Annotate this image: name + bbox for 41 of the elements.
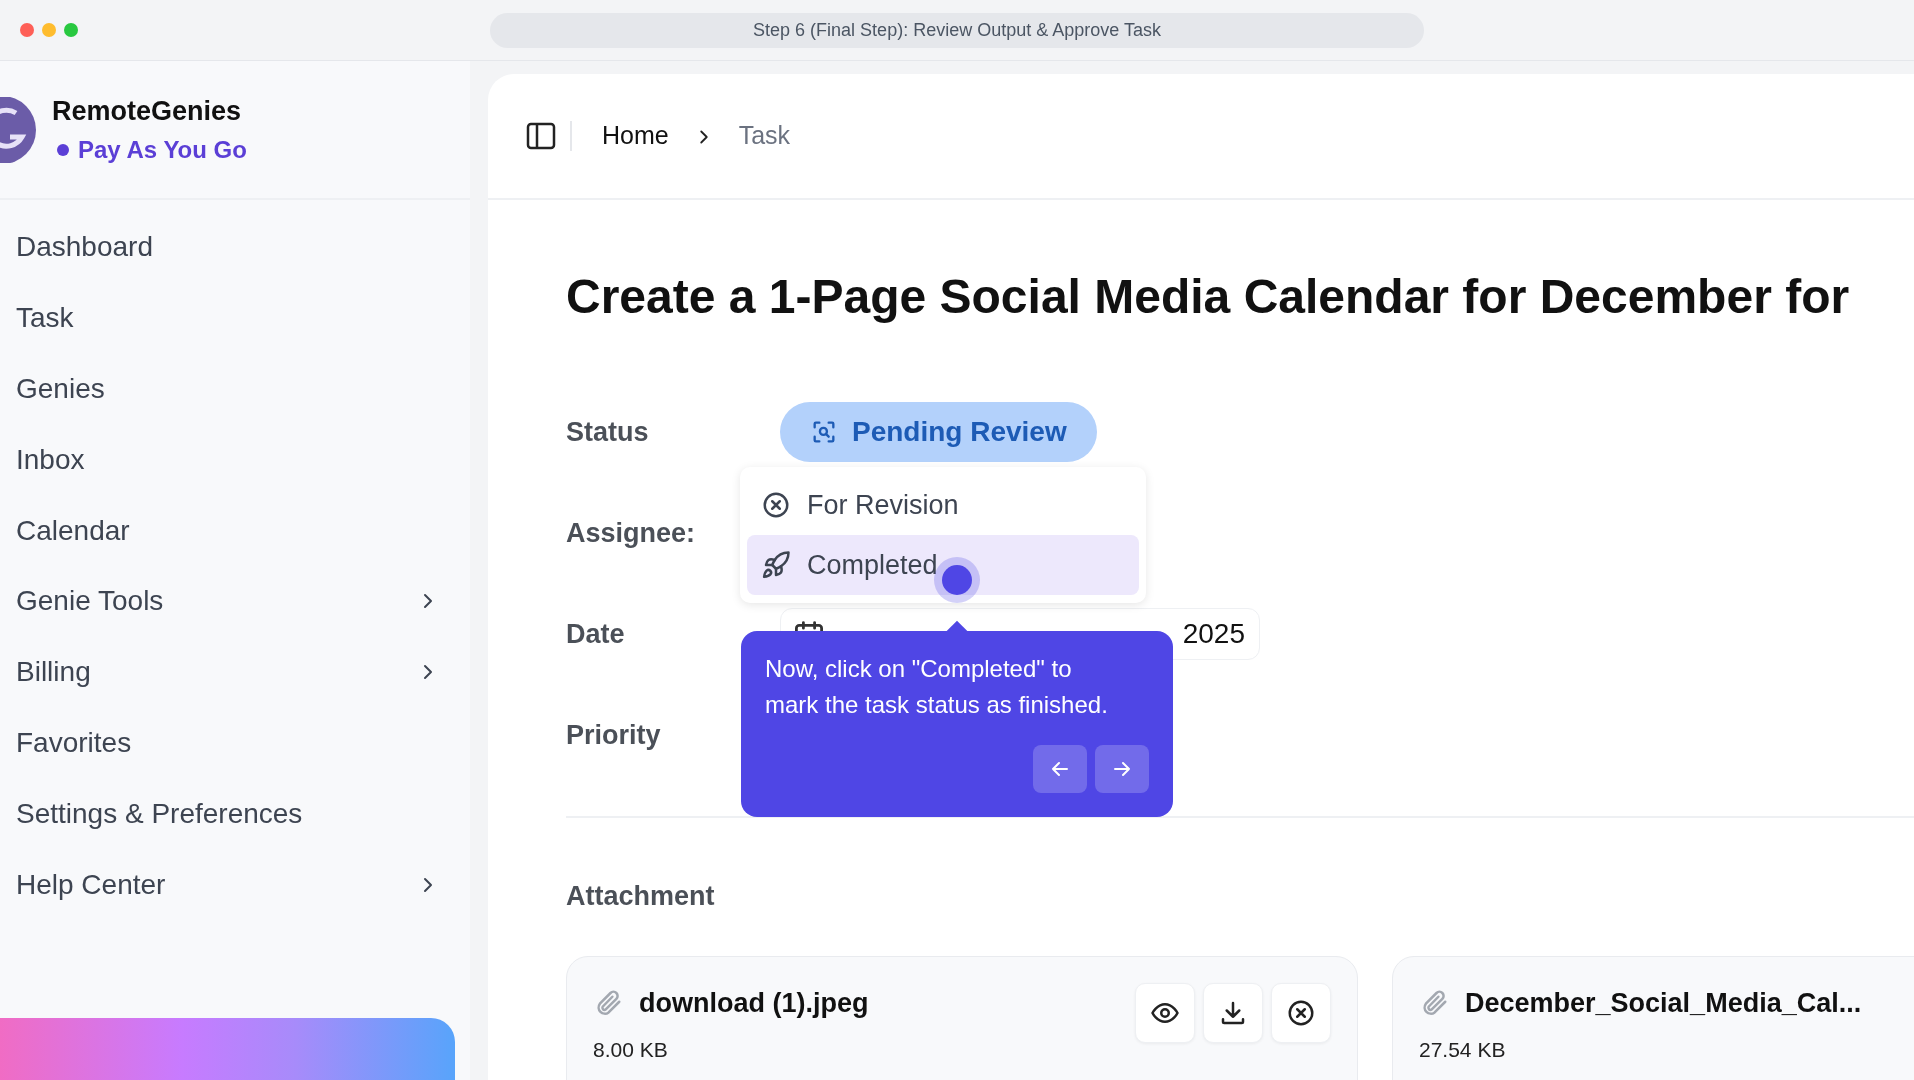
nav-item[interactable]: Genie Tools: [0, 566, 470, 637]
nav-item[interactable]: Billing: [0, 636, 470, 708]
sidebar-toggle-icon[interactable]: [526, 122, 556, 150]
file-name: December_Social_Media_Cal...: [1465, 987, 1862, 1021]
logo-icon: [0, 96, 38, 163]
section-heading: Attachment: [566, 879, 716, 913]
breadcrumb-link[interactable]: Task: [738, 117, 791, 155]
plan-label: Pay As You Go: [78, 134, 247, 165]
field-label: Assignee:: [566, 516, 697, 550]
tooltip-text: Now, click on "Completed" to mark the task status as finished.: [765, 654, 1109, 720]
field-label: Date: [566, 617, 626, 651]
window-title: Step 6 (Final Step): Review Output & Approve Task: [490, 13, 1424, 48]
status-dot-icon: [56, 142, 70, 157]
menu-item[interactable]: Completed: [747, 535, 1139, 595]
field-label: Status: [566, 415, 650, 449]
nav-item[interactable]: Genies: [0, 353, 470, 425]
field-label: Priority: [566, 718, 662, 752]
brand-name: RemoteGenies: [52, 95, 243, 129]
file-size: 8.00 KB: [593, 1036, 669, 1063]
close-window-icon[interactable]: [20, 23, 34, 37]
status-button[interactable]: Pending Review: [780, 402, 1097, 463]
download-button[interactable]: [1203, 983, 1263, 1044]
nav-item[interactable]: Favorites: [0, 707, 470, 779]
file-size: 27.54 KB: [1419, 1036, 1507, 1063]
nav-item[interactable]: Help Center: [0, 849, 470, 920]
nav-item[interactable]: Calendar: [0, 495, 470, 566]
remove-button[interactable]: [1271, 983, 1331, 1044]
view-button[interactable]: [1135, 983, 1195, 1044]
nav-item[interactable]: Dashboard: [0, 212, 470, 283]
nav-item[interactable]: Settings & Preferences: [0, 778, 470, 850]
next-button[interactable]: [1095, 745, 1149, 793]
calendar-icon: [795, 620, 823, 634]
menu-item[interactable]: For Revision: [747, 475, 1139, 535]
file-name: download (1).jpeg: [639, 987, 869, 1021]
breadcrumb-link[interactable]: Home: [602, 117, 669, 155]
x-circle-icon: [761, 490, 791, 520]
task-title: Create a 1-Page Social Media Calendar for December for: [566, 269, 1851, 325]
nav-item[interactable]: Inbox: [0, 424, 470, 496]
rocket-icon: [761, 550, 791, 580]
back-button[interactable]: [1033, 745, 1087, 793]
nav-item[interactable]: Task: [0, 282, 470, 354]
